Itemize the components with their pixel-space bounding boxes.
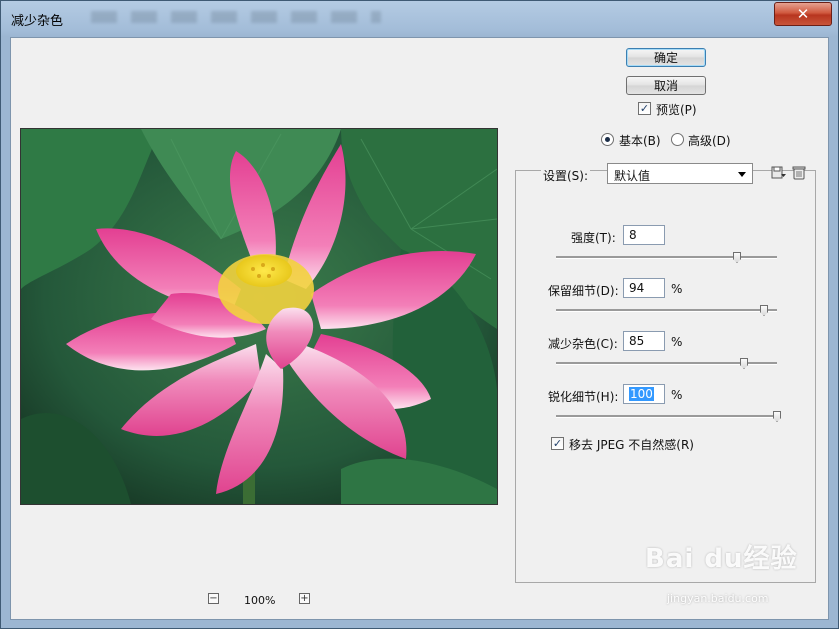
ok-button-label: 确定: [653, 51, 678, 65]
strength-slider[interactable]: [556, 256, 777, 259]
sharpen-details-input[interactable]: 100: [623, 384, 665, 404]
preserve-details-slider[interactable]: [556, 309, 777, 312]
dialog-title: 减少杂色: [11, 14, 64, 29]
preserve-details-unit: %: [671, 282, 683, 296]
baidu-watermark: Bai du经验: [645, 544, 798, 574]
settings-label: 设置(S):: [541, 167, 591, 184]
trash-icon[interactable]: [792, 165, 806, 180]
preserve-details-label: 保留细节(D):: [548, 284, 619, 298]
advanced-mode-radio[interactable]: [671, 133, 684, 146]
strength-value: 8: [629, 228, 637, 242]
settings-group: [515, 170, 816, 583]
sharpen-details-unit: %: [671, 388, 683, 402]
reduce-color-noise-value: 85: [629, 334, 645, 348]
sharpen-details-slider[interactable]: [556, 415, 777, 418]
basic-mode-label[interactable]: 基本(B): [619, 132, 661, 149]
reduce-color-noise-label: 减少杂色(C):: [548, 337, 618, 351]
remove-jpeg-artifact-checkbox[interactable]: ✓: [551, 437, 564, 450]
settings-dropdown-value: 默认值: [614, 169, 651, 183]
preview-label[interactable]: 预览(P): [656, 101, 697, 118]
settings-dropdown[interactable]: 默认值: [607, 163, 753, 184]
title-bar[interactable]: 减少杂色 ✕: [1, 1, 838, 37]
preserve-details-value: 94: [629, 281, 645, 295]
zoom-in-button[interactable]: +: [299, 593, 310, 604]
zoom-level: 100%: [244, 594, 276, 607]
baidu-watermark-url: jingyan.baidu.com: [667, 592, 769, 605]
background-menu-ghost: [91, 11, 381, 23]
remove-jpeg-artifact-label[interactable]: 移去 JPEG 不自然感(R): [569, 436, 694, 453]
cancel-button[interactable]: 取消: [626, 76, 706, 95]
reduce-color-noise-unit: %: [671, 335, 683, 349]
dropdown-arrow-icon: [738, 172, 746, 177]
zoom-out-button[interactable]: −: [208, 593, 219, 604]
plus-icon: +: [300, 593, 309, 604]
reduce-color-noise-input[interactable]: 85: [623, 331, 665, 351]
sharpen-details-label: 锐化细节(H):: [548, 390, 619, 404]
preview-checkbox[interactable]: ✓: [638, 102, 651, 115]
close-icon: ✕: [796, 5, 810, 23]
strength-input[interactable]: 8: [623, 225, 665, 245]
basic-mode-radio[interactable]: [601, 133, 614, 146]
preview-image[interactable]: [20, 128, 498, 505]
save-settings-icon[interactable]: [771, 166, 787, 180]
strength-label: 强度(T):: [571, 231, 616, 245]
sharpen-details-value: 100: [629, 387, 654, 401]
preserve-details-input[interactable]: 94: [623, 278, 665, 298]
ok-button[interactable]: 确定: [626, 48, 706, 67]
advanced-mode-label[interactable]: 高级(D): [688, 132, 731, 149]
close-button[interactable]: ✕: [774, 2, 832, 26]
minus-icon: −: [209, 593, 218, 604]
cancel-button-label: 取消: [653, 79, 678, 93]
